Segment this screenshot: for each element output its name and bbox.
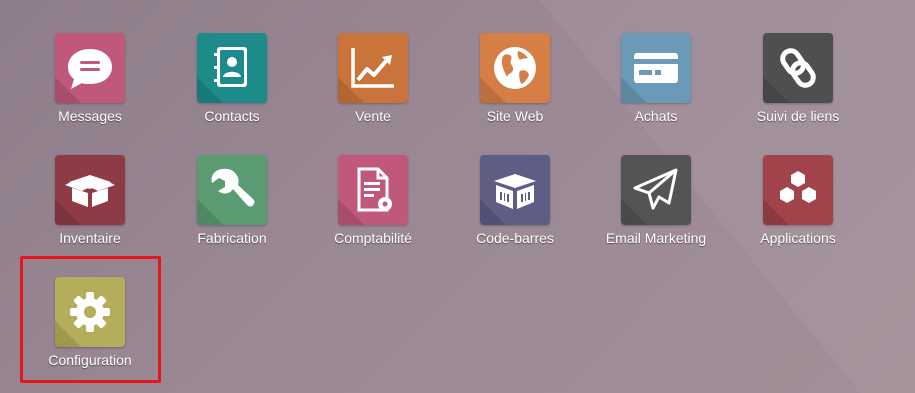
app-label: Comptabilité [334,230,412,246]
link-icon [780,48,816,88]
app-tile [55,33,125,103]
app-label: Contacts [204,108,260,124]
app-tile [621,33,691,103]
chat-bubble-icon [68,49,112,89]
app-vente[interactable]: Vente [306,33,436,143]
app-label: Code-barres [476,230,554,246]
address-book-icon [214,47,247,87]
trend-chart-icon [351,48,394,88]
app-label: Messages [58,108,122,124]
app-label: Vente [355,108,391,124]
app-contacts[interactable]: Contacts [165,33,295,143]
barcode-box-icon [494,174,536,209]
app-label: Site Web [486,108,544,124]
app-site-web[interactable]: Site Web [448,33,578,143]
app-tile [763,33,833,103]
credit-card-icon [634,53,678,83]
box-icon [65,175,115,207]
app-fabrication[interactable]: Fabrication [165,155,295,265]
app-messages[interactable]: Messages [23,33,153,143]
app-comptabilite[interactable]: Comptabilité [306,155,436,265]
app-tile [55,155,125,225]
app-tile [338,33,408,103]
invoice-gear-icon [357,167,392,212]
app-tile [338,155,408,225]
wrench-icon [211,168,255,207]
app-applications[interactable]: Applications [731,155,861,265]
app-label: Suivi de liens [756,108,840,124]
app-code-barres[interactable]: Code-barres [448,155,578,265]
globe-icon [494,47,536,89]
app-label: Achats [634,108,678,124]
app-label: Email Marketing [605,230,707,246]
app-label: Inventaire [59,230,121,246]
app-tile [763,155,833,225]
app-tile [480,33,550,103]
paper-plane-icon [633,168,678,210]
app-tile [197,33,267,103]
app-email-marketing[interactable]: Email Marketing [589,155,719,265]
highlight-box [20,256,161,383]
app-label: Fabrication [197,230,267,246]
app-tile [197,155,267,225]
cubes-icon [780,171,816,203]
app-label: Applications [760,230,836,246]
app-tile [621,155,691,225]
app-inventaire[interactable]: Inventaire [23,155,153,265]
app-tile [480,155,550,225]
app-suivi-de-liens[interactable]: Suivi de liens [731,33,861,143]
app-achats[interactable]: Achats [589,33,719,143]
